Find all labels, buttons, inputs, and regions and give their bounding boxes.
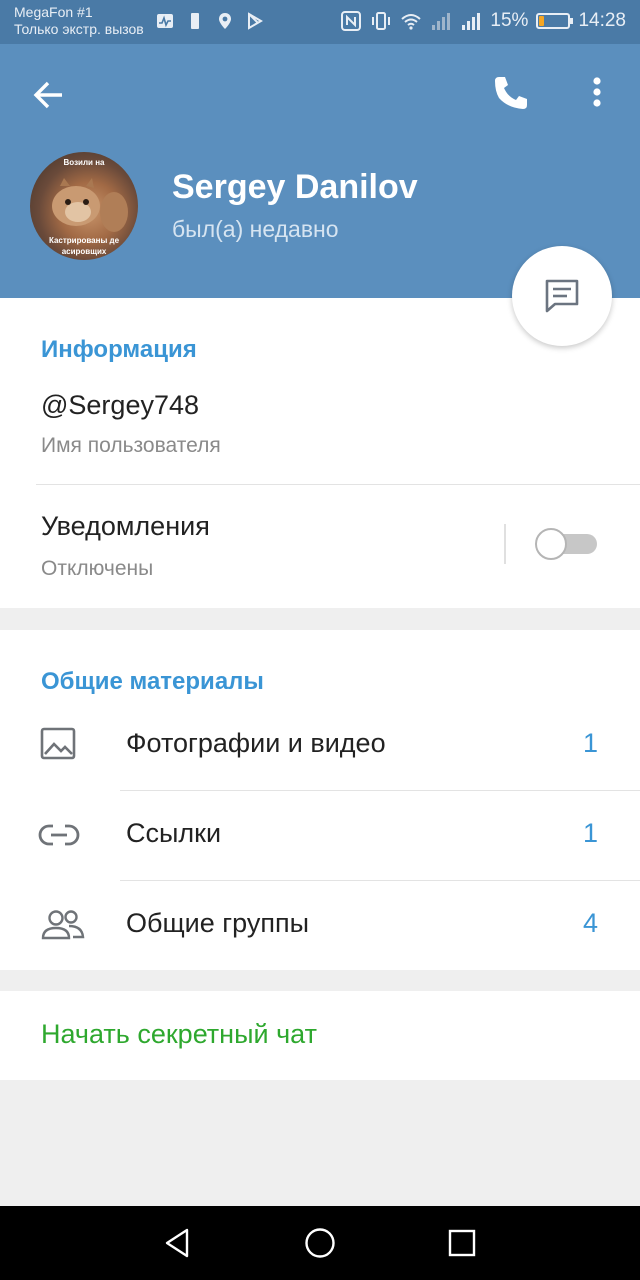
info-section: Информация @Sergey748 Имя пользователя У… [0, 298, 640, 608]
message-icon [545, 279, 579, 313]
carrier-name: MegaFon #1 [14, 4, 93, 20]
notification-icons [156, 12, 264, 30]
send-message-button[interactable] [512, 246, 612, 346]
shared-media-section: Общие материалы Фотографии и видео 1 Ссы… [0, 630, 640, 970]
toggle-knob [535, 528, 567, 560]
shared-item-label: Общие группы [126, 908, 309, 938]
shared-item-count: 1 [582, 818, 598, 848]
battery-icon [536, 13, 574, 29]
home-circle-icon[interactable] [303, 1226, 337, 1260]
play-store-icon [248, 12, 263, 30]
notifications-row[interactable]: Уведомления Отключены [0, 485, 500, 608]
secret-chat-section: Начать секретный чат [0, 991, 640, 1080]
avatar-caption-bottom: Кастрированы де [48, 236, 120, 245]
carrier-info: MegaFon #1 Только экстр. вызов [14, 4, 144, 38]
call-button[interactable] [488, 70, 534, 116]
last-seen-status: был(а) недавно [172, 216, 339, 242]
battery-percent: 15% [490, 10, 529, 31]
sim-icon [191, 13, 199, 29]
back-arrow-icon [33, 81, 62, 109]
groups-icon [41, 910, 85, 940]
activity-icon [157, 14, 173, 28]
more-options-button[interactable] [574, 70, 620, 116]
back-button[interactable] [26, 72, 72, 118]
clock: 14:28 [578, 10, 626, 31]
shared-item-photos[interactable]: Фотографии и видео 1 [0, 700, 640, 790]
nfc-icon [341, 11, 362, 31]
battery-level [539, 16, 544, 26]
back-triangle-icon[interactable] [161, 1226, 195, 1260]
shared-item-label: Фотографии и видео [126, 728, 386, 758]
avatar-caption-bottom-2: асировщих [61, 247, 107, 256]
username-value: @Sergey748 [41, 390, 200, 420]
shared-section-title: Общие материалы [41, 668, 264, 695]
status-bar: MegaFon #1 Только экстр. вызов 15% 14:28 [0, 0, 640, 44]
more-vertical-icon [593, 77, 601, 107]
avatar[interactable]: Возили на Кастрированы де асировщих [30, 152, 138, 260]
recents-square-icon[interactable] [445, 1226, 479, 1260]
info-section-title: Информация [41, 336, 197, 363]
shared-item-count: 1 [582, 728, 598, 758]
location-icon [219, 13, 231, 29]
start-secret-chat-button[interactable]: Начать секретный чат [41, 1019, 317, 1050]
notifications-toggle[interactable] [535, 528, 597, 560]
image-icon [40, 727, 76, 760]
signal-no-sim-icon [462, 13, 481, 30]
username-row[interactable]: @Sergey748 Имя пользователя [0, 378, 640, 484]
notifications-state: Отключены [41, 557, 154, 580]
shared-item-label: Ссылки [126, 818, 222, 848]
signal-icon [432, 13, 451, 30]
phone-icon [495, 77, 527, 109]
username-label: Имя пользователя [41, 434, 221, 457]
link-icon [38, 824, 80, 846]
wifi-icon [401, 14, 422, 30]
notifications-label: Уведомления [41, 511, 210, 541]
vibrate-icon [372, 12, 391, 30]
toggle-separator [504, 524, 506, 564]
profile-name: Sergey Danilov [172, 168, 418, 206]
shared-item-links[interactable]: Ссылки 1 [0, 790, 640, 880]
system-indicators: 15% 14:28 [340, 10, 626, 32]
system-nav-bar [0, 1206, 640, 1280]
shared-item-groups[interactable]: Общие группы 4 [0, 880, 640, 970]
shared-item-count: 4 [582, 908, 598, 938]
carrier-sub: Только экстр. вызов [14, 21, 144, 37]
